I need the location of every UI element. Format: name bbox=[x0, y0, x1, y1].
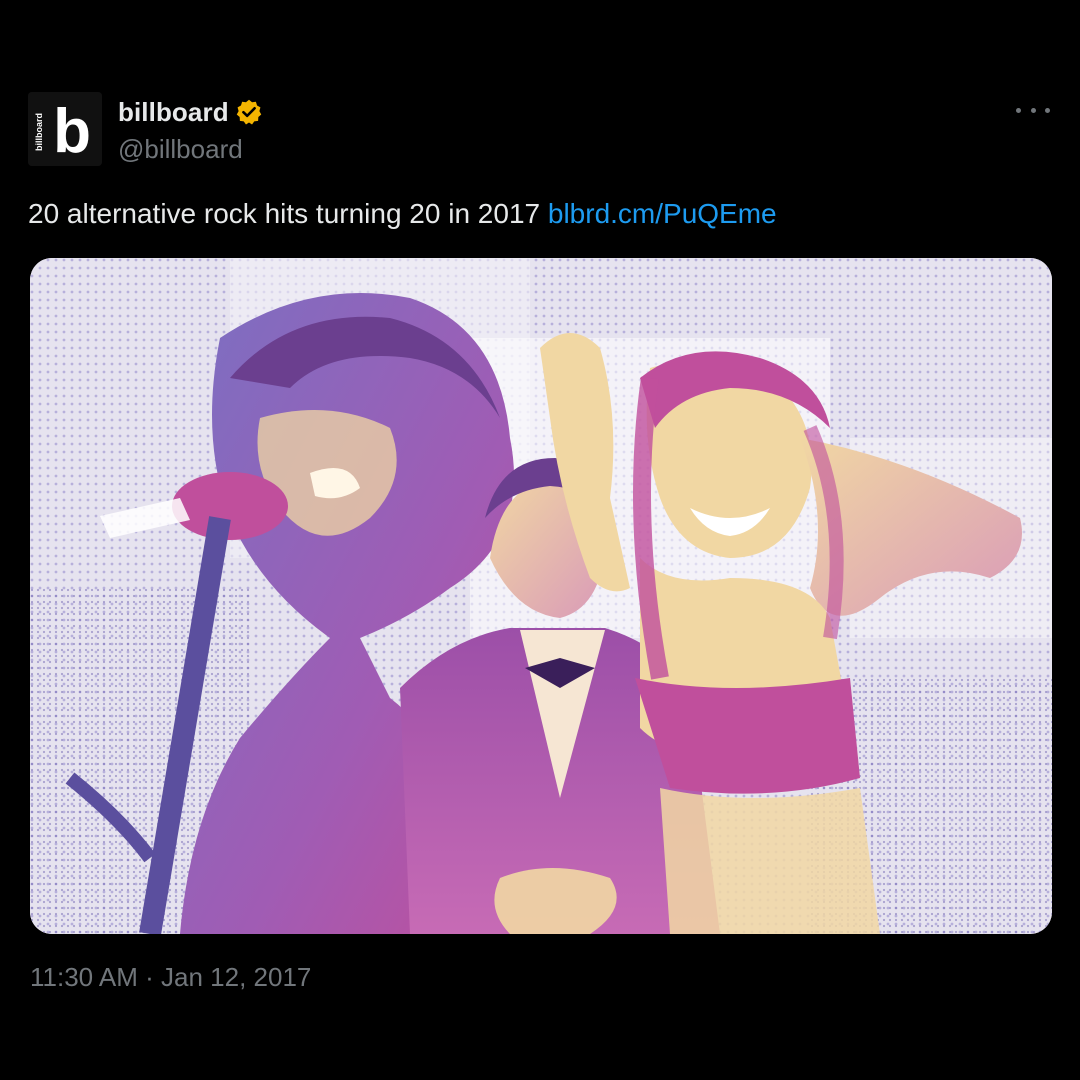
tweet-text: 20 alternative rock hits turning 20 in 2… bbox=[28, 195, 777, 233]
more-dot bbox=[1045, 107, 1050, 113]
tweet-timestamp[interactable]: 11:30 AM · Jan 12, 2017 bbox=[30, 962, 311, 993]
account-handle[interactable]: @billboard bbox=[118, 134, 263, 165]
collage-illustration bbox=[30, 258, 1052, 934]
more-options-icon[interactable] bbox=[1016, 100, 1050, 120]
tweet-link[interactable]: blbrd.cm/PuQEme bbox=[548, 198, 777, 229]
more-dot bbox=[1016, 107, 1021, 113]
display-name[interactable]: billboard bbox=[118, 97, 229, 128]
account-names: billboard @billboard bbox=[118, 96, 263, 165]
avatar-side-text: billboard bbox=[34, 113, 44, 151]
avatar-letter: b bbox=[53, 97, 91, 166]
name-row: billboard bbox=[118, 96, 263, 128]
billboard-logo-icon: billboard b bbox=[28, 92, 102, 166]
tweet-text-body: 20 alternative rock hits turning 20 in 2… bbox=[28, 198, 548, 229]
tweet-media-image[interactable] bbox=[30, 258, 1052, 934]
more-dot bbox=[1030, 107, 1036, 113]
verified-badge-icon[interactable] bbox=[235, 98, 263, 126]
tweet-header: billboard b billboard @billboard bbox=[28, 92, 263, 166]
avatar[interactable]: billboard b bbox=[28, 92, 102, 166]
tweet-card: billboard b billboard @billboard 20 alte… bbox=[0, 0, 1080, 1080]
